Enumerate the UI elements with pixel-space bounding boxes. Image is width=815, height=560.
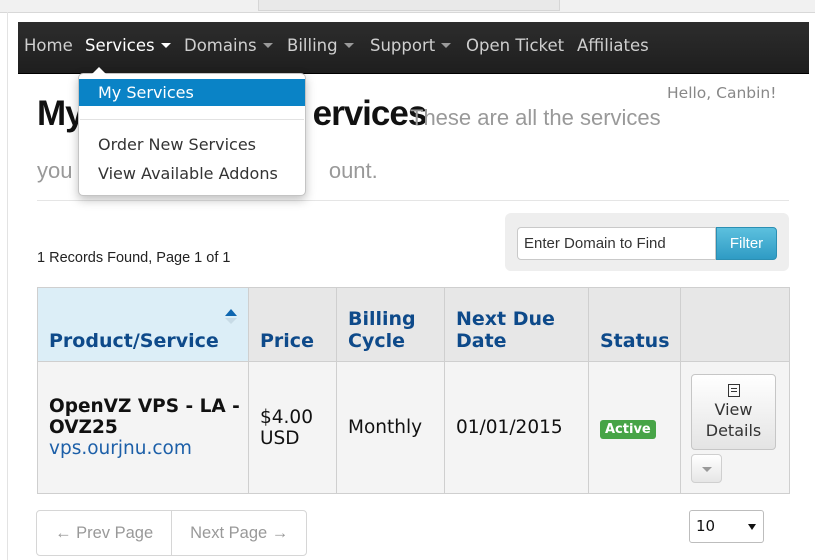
cell-product: OpenVZ VPS - LA - OVZ25 vps.ourjnu.com (37, 361, 249, 494)
browser-top-strip (0, 0, 815, 13)
domain-search-input[interactable] (517, 227, 716, 260)
filter-button[interactable]: Filter (716, 227, 777, 260)
menu-divider (80, 119, 304, 120)
nav-billing-label: Billing (287, 36, 338, 55)
chevron-down-icon (262, 43, 273, 48)
pagination: ← Prev Page Next Page → (36, 510, 308, 556)
nav-open-ticket[interactable]: Open Ticket (466, 36, 564, 55)
nav-support-label: Support (370, 36, 436, 55)
chevron-down-icon (160, 43, 171, 48)
nav-home[interactable]: Home (24, 36, 73, 55)
dropdown-pointer (92, 67, 106, 74)
cell-price: $4.00 USD (248, 361, 337, 494)
user-greeting: Hello, Canbin! (667, 84, 777, 102)
actions-dropdown-toggle[interactable] (691, 454, 722, 483)
column-header-next-due-date[interactable]: Next Due Date (444, 287, 589, 362)
nav-domains-label: Domains (184, 36, 257, 55)
services-dropdown-menu: My Services Order New Services View Avai… (78, 67, 306, 196)
cell-billing-cycle: Monthly (336, 361, 445, 494)
main-navbar: Home Services Domains Billing Support Op… (18, 22, 809, 74)
table-row: OpenVZ VPS - LA - OVZ25 vps.ourjnu.com $… (37, 361, 790, 494)
column-header-actions (680, 287, 790, 362)
services-table: Product/Service Price Billing Cycle Next… (37, 287, 790, 494)
view-details-label: View Details (705, 400, 762, 440)
column-header-status[interactable]: Status (588, 287, 681, 362)
column-header-billing-cycle[interactable]: Billing Cycle (336, 287, 445, 362)
header-divider (37, 200, 789, 201)
nav-support[interactable]: Support (370, 36, 452, 55)
records-count: 1 Records Found, Page 1 of 1 (37, 250, 231, 266)
per-page-value: 10 (696, 517, 716, 535)
menu-item-view-available-addons[interactable]: View Available Addons (79, 160, 305, 187)
product-name: OpenVZ VPS - LA - OVZ25 (49, 396, 240, 438)
nav-services[interactable]: Services (85, 36, 171, 55)
menu-item-order-new-services[interactable]: Order New Services (79, 131, 305, 158)
cell-actions: View Details (680, 361, 790, 494)
nav-domains[interactable]: Domains (184, 36, 273, 55)
cell-status: Active (588, 361, 681, 494)
next-page-button[interactable]: Next Page → (171, 511, 306, 555)
browser-tab-edge (258, 0, 560, 11)
page-subtitle-right: ount. (328, 158, 378, 183)
view-details-button[interactable]: View Details (691, 374, 776, 450)
prev-page-button[interactable]: ← Prev Page (37, 511, 171, 555)
page-left-border (7, 12, 8, 560)
product-domain-link[interactable]: vps.ourjnu.com (49, 438, 248, 459)
chevron-down-icon (441, 43, 452, 48)
page-subtitle-line1: These are all the services (410, 105, 661, 130)
nav-affiliates[interactable]: Affiliates (577, 36, 649, 55)
chevron-down-icon (343, 43, 354, 48)
sort-desc-icon (225, 318, 237, 324)
header-product-label: Product/Service (49, 330, 219, 352)
table-header-row: Product/Service Price Billing Cycle Next… (37, 287, 790, 362)
nav-billing[interactable]: Billing (287, 36, 354, 55)
column-header-product[interactable]: Product/Service (37, 287, 249, 362)
menu-item-my-services[interactable]: My Services (79, 79, 305, 106)
nav-services-label: Services (85, 36, 155, 55)
sort-asc-icon (225, 309, 237, 316)
column-header-price[interactable]: Price (248, 287, 337, 362)
document-icon (727, 384, 740, 397)
per-page-select[interactable]: 10 (689, 510, 764, 543)
page-title-visible: My (37, 94, 85, 133)
status-badge: Active (600, 419, 656, 439)
chevron-down-icon (748, 524, 756, 530)
cell-next-due-date: 01/01/2015 (444, 361, 589, 494)
